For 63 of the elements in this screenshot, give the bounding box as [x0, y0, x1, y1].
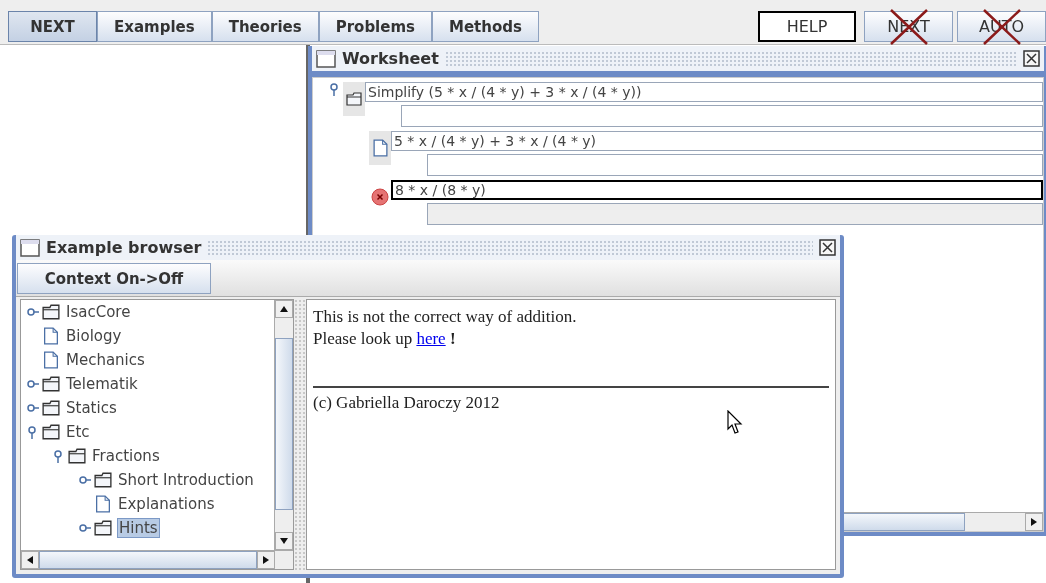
scrollbar-thumb[interactable]: [275, 338, 293, 510]
scroll-left-icon[interactable]: [26, 556, 34, 564]
document-icon: [41, 351, 61, 369]
tree-item[interactable]: Mechanics: [65, 351, 146, 369]
collapse-handle-icon[interactable]: [79, 473, 91, 487]
lookup-text: Please look up here !: [313, 328, 457, 350]
scroll-up-icon[interactable]: [280, 305, 288, 313]
folder-icon: [93, 519, 113, 537]
scrollbar-thumb[interactable]: [843, 513, 965, 531]
formula-field[interactable]: Simplify (5 * x / (4 * y) + 3 * x / (4 * y)): [365, 82, 1043, 102]
tree-item[interactable]: Short Introduction: [117, 471, 255, 489]
collapse-handle-icon[interactable]: [79, 521, 91, 535]
folder-icon: [41, 423, 61, 441]
folder-icon: [67, 447, 87, 465]
message-text: This is not the correct way of addition.: [313, 306, 578, 328]
tree-item[interactable]: Telematik: [65, 375, 139, 393]
window-icon: [316, 49, 336, 68]
close-icon[interactable]: [819, 239, 836, 256]
formula-field[interactable]: 8 * x / (8 * y): [391, 180, 1043, 200]
help-link[interactable]: here: [416, 329, 446, 348]
mouse-cursor-icon: [727, 410, 745, 436]
tree-item[interactable]: IsacCore: [65, 303, 132, 321]
expand-handle-icon[interactable]: [27, 425, 39, 439]
document-icon[interactable]: [371, 138, 389, 158]
expand-handle-icon[interactable]: [329, 82, 341, 96]
document-icon: [93, 495, 113, 513]
input-field[interactable]: [401, 105, 1043, 127]
tree-item[interactable]: Hints: [117, 518, 160, 538]
scroll-right-icon[interactable]: [262, 556, 270, 564]
document-icon: [41, 327, 61, 345]
toolbar-tab[interactable]: Examples: [97, 11, 212, 42]
toolbar-tab[interactable]: Theories: [211, 11, 319, 42]
error-icon[interactable]: [371, 188, 389, 206]
scrollbar-thumb[interactable]: [39, 551, 257, 569]
scroll-right-icon[interactable]: [1030, 518, 1038, 526]
folder-icon[interactable]: [344, 91, 364, 107]
folder-icon: [93, 471, 113, 489]
tree-item[interactable]: Statics: [65, 399, 118, 417]
collapse-handle-icon[interactable]: [27, 401, 39, 415]
window-title: Worksheet: [342, 49, 439, 68]
folder-icon: [41, 399, 61, 417]
toolbar-tab[interactable]: NEXT: [8, 11, 97, 42]
formula-field[interactable]: 5 * x / (4 * y) + 3 * x / (4 * y): [391, 131, 1043, 151]
tree-item[interactable]: Explanations: [117, 495, 216, 513]
window-title: Example browser: [46, 238, 202, 257]
tree-item[interactable]: Biology: [65, 327, 123, 345]
collapse-handle-icon[interactable]: [27, 377, 39, 391]
input-field[interactable]: [427, 154, 1043, 176]
window-icon: [20, 238, 40, 257]
tree-item[interactable]: Fractions: [91, 447, 161, 465]
toolbar-tab[interactable]: Problems: [318, 11, 432, 42]
context-button[interactable]: Context On->Off: [17, 263, 211, 294]
tree-item[interactable]: Etc: [65, 423, 91, 441]
folder-icon: [41, 375, 61, 393]
input-field[interactable]: [427, 203, 1043, 225]
copyright-text: (c) Gabriella Daroczy 2012: [313, 392, 501, 414]
toolbar-button[interactable]: HELP: [758, 11, 856, 42]
close-icon[interactable]: [1023, 50, 1040, 67]
folder-icon: [41, 303, 61, 321]
collapse-handle-icon[interactable]: [27, 305, 39, 319]
scroll-down-icon[interactable]: [280, 537, 288, 545]
toolbar-tab[interactable]: Methods: [432, 11, 539, 42]
expand-handle-icon[interactable]: [53, 449, 65, 463]
